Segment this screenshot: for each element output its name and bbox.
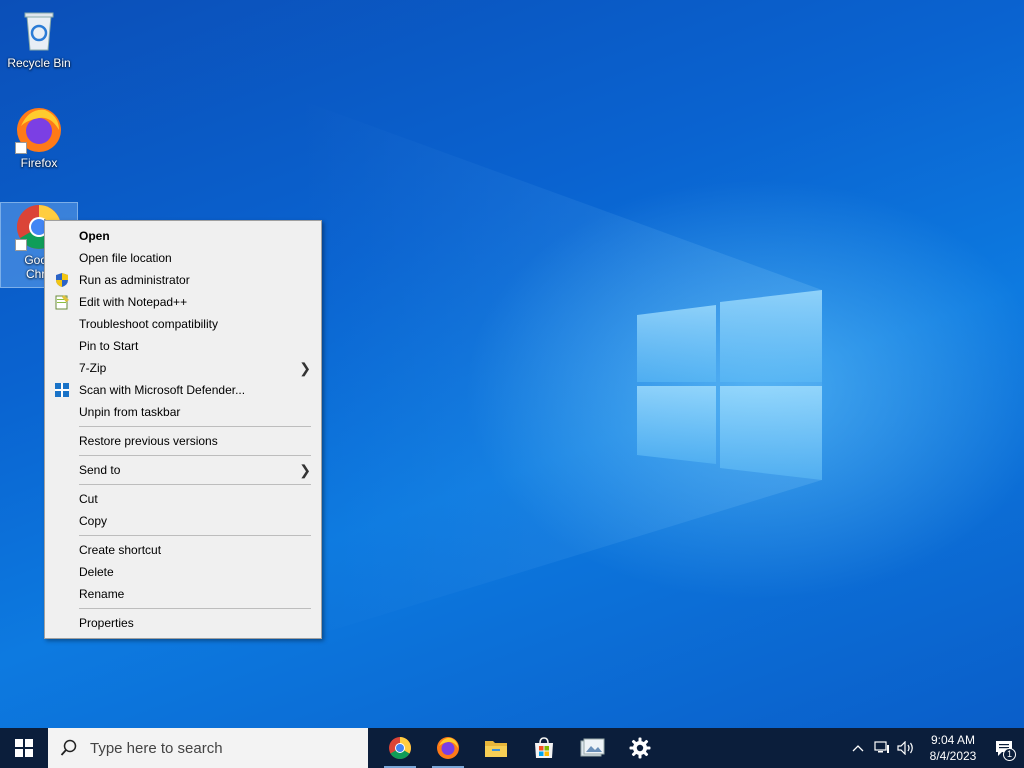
photo-viewer-icon bbox=[580, 738, 605, 757]
microsoft-store-icon bbox=[535, 737, 553, 758]
clock-date: 8/4/2023 bbox=[929, 749, 977, 763]
menu-separator bbox=[79, 535, 311, 536]
menu-item-edit-with-notepadpp[interactable]: Edit with Notepad++ bbox=[45, 291, 321, 313]
menu-separator bbox=[79, 608, 311, 609]
menu-item-label: Edit with Notepad++ bbox=[79, 295, 188, 309]
taskbar-app-microsoft-store[interactable] bbox=[520, 728, 568, 768]
shortcut-arrow-icon bbox=[15, 239, 27, 251]
file-explorer-icon bbox=[485, 741, 507, 757]
context-menu: Open Open file location Run as administr… bbox=[44, 220, 322, 639]
shortcut-arrow-icon bbox=[15, 142, 27, 154]
uac-shield-icon bbox=[54, 272, 70, 288]
action-center-button[interactable]: 1 bbox=[984, 728, 1024, 768]
taskbar-search-box[interactable]: Type here to search bbox=[48, 728, 368, 768]
clock-time: 9:04 AM bbox=[930, 733, 976, 747]
volume-icon[interactable] bbox=[894, 728, 918, 768]
menu-item-label: Unpin from taskbar bbox=[79, 405, 181, 419]
menu-item-label: Send to bbox=[79, 463, 121, 477]
search-icon bbox=[60, 739, 77, 756]
menu-item-label: Properties bbox=[79, 616, 134, 630]
menu-item-label: Run as administrator bbox=[79, 273, 190, 287]
menu-item-properties[interactable]: Properties bbox=[45, 612, 321, 634]
chevron-right-icon: ❯ bbox=[299, 462, 311, 478]
recycle-bin-icon bbox=[15, 6, 63, 54]
firefox-icon bbox=[437, 737, 459, 759]
menu-item-unpin-from-taskbar[interactable]: Unpin from taskbar bbox=[45, 401, 321, 423]
menu-item-label: Rename bbox=[79, 587, 125, 601]
menu-item-delete[interactable]: Delete bbox=[45, 561, 321, 583]
menu-item-run-as-administrator[interactable]: Run as administrator bbox=[45, 269, 321, 291]
desktop-icon-recycle-bin[interactable]: Recycle Bin bbox=[1, 6, 77, 70]
taskbar-app-firefox[interactable] bbox=[424, 728, 472, 768]
menu-item-pin-to-start[interactable]: Pin to Start bbox=[45, 335, 321, 357]
taskbar-pinned-apps bbox=[376, 728, 664, 768]
menu-item-scan-with-defender[interactable]: Scan with Microsoft Defender... bbox=[45, 379, 321, 401]
menu-item-copy[interactable]: Copy bbox=[45, 510, 321, 532]
desktop-icon-label: Firefox bbox=[20, 156, 58, 170]
menu-item-label: Copy bbox=[79, 514, 108, 528]
menu-separator bbox=[79, 484, 311, 485]
menu-item-open-file-location[interactable]: Open file location bbox=[45, 247, 321, 269]
start-button[interactable] bbox=[0, 728, 48, 768]
taskbar-app-photo-viewer[interactable] bbox=[568, 728, 616, 768]
menu-item-restore-previous-versions[interactable]: Restore previous versions bbox=[45, 430, 321, 452]
menu-item-rename[interactable]: Rename bbox=[45, 583, 321, 605]
menu-item-label: Open bbox=[79, 229, 110, 243]
defender-icon bbox=[54, 382, 70, 398]
menu-item-label: Pin to Start bbox=[79, 339, 139, 353]
menu-item-label: Create shortcut bbox=[79, 543, 162, 557]
menu-item-7zip[interactable]: 7-Zip ❯ bbox=[45, 357, 321, 379]
desktop-icon-firefox[interactable]: Firefox bbox=[1, 106, 77, 170]
firefox-icon bbox=[15, 106, 63, 154]
desktop-icon-label: Recycle Bin bbox=[7, 56, 71, 70]
chrome-icon bbox=[389, 737, 411, 759]
menu-item-label: Open file location bbox=[79, 251, 172, 265]
menu-item-create-shortcut[interactable]: Create shortcut bbox=[45, 539, 321, 561]
menu-item-label: Restore previous versions bbox=[79, 434, 218, 448]
taskbar-app-chrome[interactable] bbox=[376, 728, 424, 768]
taskbar-app-file-explorer[interactable] bbox=[472, 728, 520, 768]
chevron-right-icon: ❯ bbox=[299, 360, 311, 376]
menu-separator bbox=[79, 426, 311, 427]
settings-gear-icon bbox=[629, 737, 651, 759]
taskbar: Type here to search 9:04 AM 8/4/2023 1 bbox=[0, 728, 1024, 768]
menu-item-label: 7-Zip bbox=[79, 361, 107, 375]
menu-item-open[interactable]: Open bbox=[45, 225, 321, 247]
system-tray: 9:04 AM 8/4/2023 1 bbox=[846, 728, 1024, 768]
menu-item-send-to[interactable]: Send to ❯ bbox=[45, 459, 321, 481]
show-hidden-icons-chevron-up-icon[interactable] bbox=[846, 728, 870, 768]
menu-item-label: Scan with Microsoft Defender... bbox=[79, 383, 246, 397]
menu-item-cut[interactable]: Cut bbox=[45, 488, 321, 510]
windows-logo-icon bbox=[15, 739, 33, 757]
notepadpp-icon bbox=[54, 294, 70, 310]
network-icon[interactable] bbox=[870, 728, 894, 768]
search-placeholder: Type here to search bbox=[90, 739, 223, 757]
menu-separator bbox=[79, 455, 311, 456]
menu-item-troubleshoot-compatibility[interactable]: Troubleshoot compatibility bbox=[45, 313, 321, 335]
taskbar-clock[interactable]: 9:04 AM 8/4/2023 bbox=[922, 732, 984, 764]
menu-item-label: Delete bbox=[79, 565, 114, 579]
menu-item-label: Cut bbox=[79, 492, 98, 506]
menu-item-label: Troubleshoot compatibility bbox=[79, 317, 218, 331]
notification-count-badge: 1 bbox=[1003, 748, 1016, 761]
taskbar-app-settings[interactable] bbox=[616, 728, 664, 768]
